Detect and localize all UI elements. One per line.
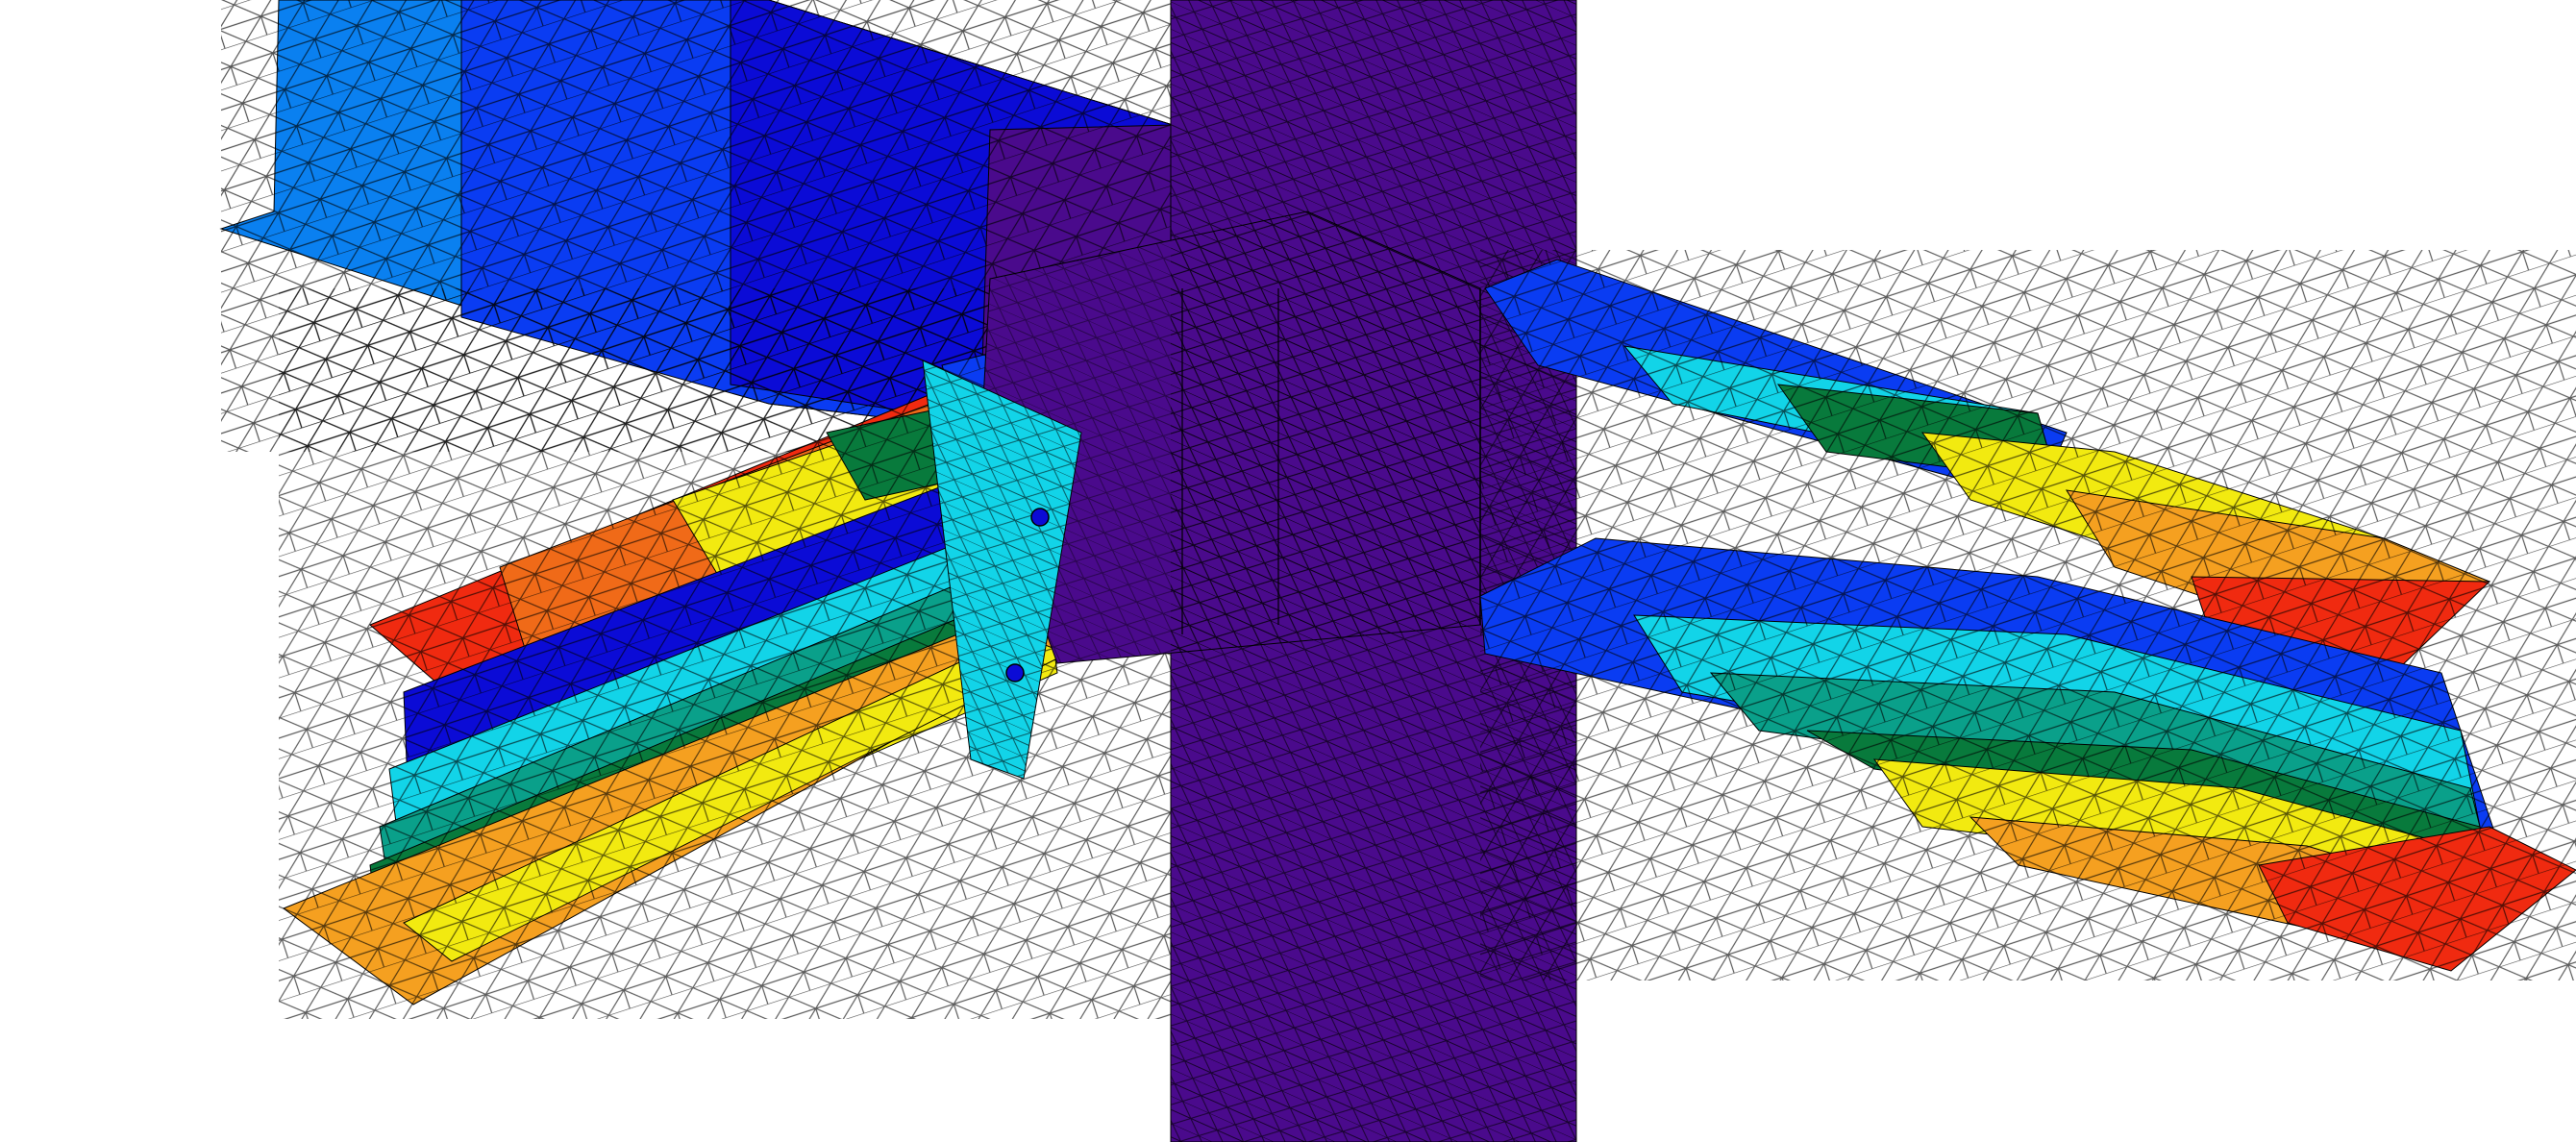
fem-render: [0, 0, 2576, 1142]
bolt-icon: [1030, 508, 1050, 527]
bolt-icon: [1005, 663, 1025, 683]
fem-canvas: [219, 0, 2576, 1142]
right-front-beam: [1479, 250, 2576, 981]
